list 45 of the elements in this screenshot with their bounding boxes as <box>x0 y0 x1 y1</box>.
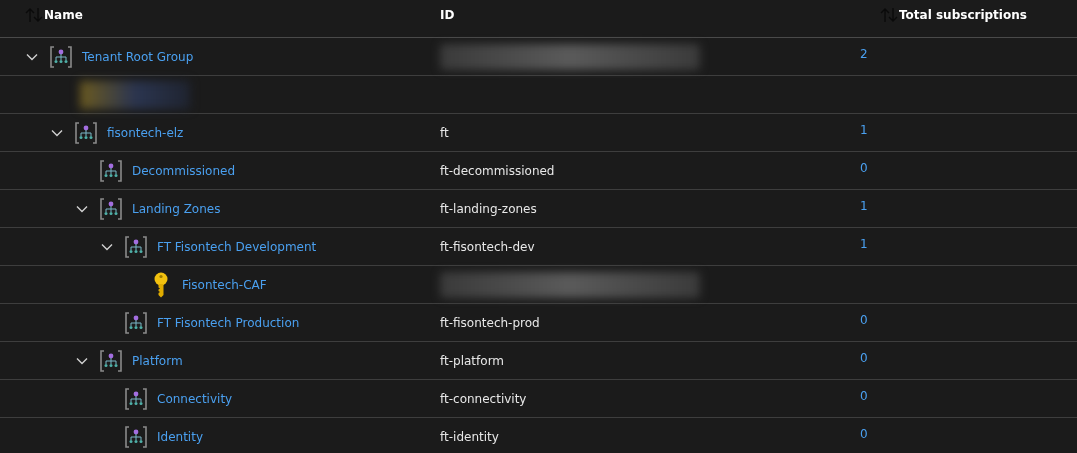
subscription-count-link[interactable]: 1 <box>860 236 868 251</box>
id-text: ft-decommissioned <box>440 163 555 178</box>
id-text: ft-identity <box>440 429 499 444</box>
name-link[interactable]: Platform <box>132 351 183 370</box>
chevron-down-icon[interactable] <box>51 128 63 137</box>
subscription-count-link[interactable]: 1 <box>860 198 868 213</box>
name-link[interactable]: Connectivity <box>157 389 233 408</box>
name-link[interactable]: FT Fisontech Development <box>157 237 317 256</box>
name-link[interactable]: Identity <box>157 427 203 446</box>
key-icon <box>153 271 169 298</box>
chevron-down-icon[interactable] <box>26 52 38 61</box>
id-text: ft-connectivity <box>440 391 527 406</box>
management-group-icon <box>99 196 123 221</box>
management-group-icon <box>124 234 148 259</box>
subscription-count-link[interactable]: 0 <box>860 350 868 365</box>
id-text: ft-fisontech-dev <box>440 239 535 254</box>
chevron-down-icon[interactable] <box>101 242 113 251</box>
subscription-count-link[interactable]: 1 <box>860 122 868 137</box>
management-group-icon <box>124 310 148 335</box>
name-link[interactable]: Decommissioned <box>132 161 236 180</box>
management-group-icon <box>99 158 123 183</box>
chevron-down-icon[interactable] <box>76 204 88 213</box>
management-group-icon <box>99 348 123 373</box>
id-text: ft-fisontech-prod <box>440 315 540 330</box>
name-link[interactable]: FT Fisontech Production <box>157 313 300 332</box>
name-link[interactable]: fisontech-elz <box>107 123 184 142</box>
subscription-count-link[interactable]: 0 <box>860 312 868 327</box>
subscription-count-link[interactable]: 0 <box>860 388 868 403</box>
id-text: ft-landing-zones <box>440 201 537 216</box>
subscription-count-link[interactable]: 0 <box>860 426 868 441</box>
management-group-icon <box>49 44 73 69</box>
id-text: ft <box>440 125 449 140</box>
column-header[interactable]: Total subscriptions <box>899 6 1027 24</box>
column-header[interactable]: Name <box>44 6 83 24</box>
management-group-icon <box>74 120 98 145</box>
chevron-down-icon[interactable] <box>76 356 88 365</box>
column-header[interactable]: ID <box>440 6 455 24</box>
name-link[interactable]: Landing Zones <box>132 199 221 218</box>
subscription-count-link[interactable]: 0 <box>860 160 868 175</box>
subscription-count-link[interactable]: 2 <box>860 46 868 61</box>
id-text: ft-platform <box>440 353 505 368</box>
name-link[interactable]: Fisontech-CAF <box>182 275 267 294</box>
management-group-icon <box>124 386 148 411</box>
management-group-icon <box>124 424 148 449</box>
name-link[interactable]: Tenant Root Group <box>82 47 194 66</box>
